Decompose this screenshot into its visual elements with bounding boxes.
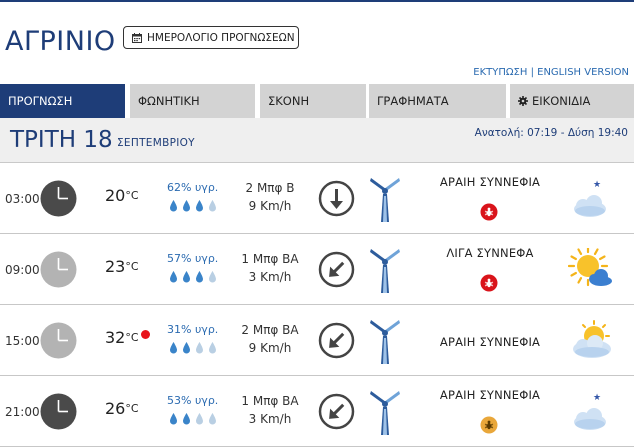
- forecast-time: 09:00: [5, 263, 40, 277]
- forecast-calendar-button[interactable]: ΗΜΕΡΟΛΟΓΙΟ ΠΡΟΓΝΩΣΕΩΝ: [123, 26, 299, 49]
- temperature-value: 20: [105, 186, 126, 205]
- temperature-value: 26: [105, 399, 126, 418]
- tab-label: ΠΡΟΓΝΩΣΗ: [8, 94, 73, 108]
- sunrise-sunset: Ανατολή: 07:19 - Δύση 19:40: [474, 127, 628, 139]
- tab-phonetic[interactable]: ΦΩΝΗΤΙΚΗ: [130, 84, 255, 118]
- wind-beaufort: 1 Μπφ ΒΑ: [241, 394, 299, 408]
- wind-speed: 9 Km/h: [248, 341, 292, 355]
- gear-icon: [518, 96, 528, 106]
- forecast-time: 21:00: [5, 405, 40, 419]
- wind-beaufort: 2 Μπφ Β: [245, 181, 295, 195]
- top-border: [0, 0, 634, 2]
- sky-condition: ΑΡΑΙΗ ΣΥΝΝΕΦΙΑ: [439, 388, 541, 402]
- temperature-unit: °C: [125, 331, 139, 344]
- tab-label: ΓΡΑΦΗΜΑΤΑ: [377, 94, 449, 108]
- heat-alert-dot: [141, 330, 150, 339]
- insect-warning-red-icon[interactable]: [480, 274, 498, 292]
- insect-warning-red-icon[interactable]: [480, 203, 498, 221]
- wind-turbine-icon: [368, 246, 402, 294]
- tab-icons[interactable]: ΕΙΚΟΝΙΔΙΑ: [510, 84, 634, 118]
- day-clock-icon: [40, 251, 77, 288]
- temperature-value: 32: [105, 328, 126, 347]
- humidity-drops-icon: [167, 411, 219, 425]
- tab-bar: ΠΡΟΓΝΩΣΗ ΦΩΝΗΤΙΚΗ ΣΚΟΝΗ ΓΡΑΦΗΜΑΤΑ ΕΙΚΟΝΙ…: [0, 84, 634, 118]
- wind-speed: 3 Km/h: [248, 270, 292, 284]
- tab-forecast[interactable]: ΠΡΟΓΝΩΣΗ: [0, 84, 125, 118]
- svg-text:★: ★: [593, 393, 601, 403]
- forecast-row: 03:00 20°C 62% υγρ. 2 Μπφ Β 9 Km/h ΑΡΑΙΗ ΣΥΝΝ…: [0, 163, 634, 234]
- tab-label: ΕΙΚΟΝΙΔΙΑ: [532, 94, 591, 108]
- humidity: 57% υγρ.: [167, 252, 219, 265]
- wind-direction-icon: [318, 322, 355, 359]
- svg-text:★: ★: [593, 180, 601, 190]
- temperature: 20°C: [105, 186, 139, 205]
- sky-condition: ΑΡΑΙΗ ΣΥΝΝΕΦΙΑ: [439, 335, 541, 349]
- sky-condition: ΛΙΓΑ ΣΥΝΝΕΦΑ: [446, 246, 534, 260]
- sky-condition: ΑΡΑΙΗ ΣΥΝΝΕΦΙΑ: [439, 175, 541, 189]
- humidity-drops-icon: [167, 269, 219, 283]
- calendar-button-label: ΗΜΕΡΟΛΟΓΙΟ ΠΡΟΓΝΩΣΕΩΝ: [147, 31, 295, 44]
- humidity: 53% υγρ.: [167, 394, 219, 407]
- temperature: 26°C: [105, 399, 139, 418]
- calendar-icon: [132, 32, 142, 43]
- forecast-row: 09:00 23°C 57% υγρ. 1 Μπφ ΒΑ 3 Km/h ΛΙΓΑ ΣΥΝΝ…: [0, 234, 634, 305]
- date-bar: ΤΡΙΤΗ 18 ΣΕΠΤΕΜΒΡΙΟΥ Ανατολή: 07:19 - Δύ…: [0, 118, 634, 163]
- wind-direction-icon: [318, 251, 355, 288]
- day-clock-icon: [40, 322, 77, 359]
- night-cloud-icon: ★: [568, 390, 616, 434]
- forecast-row: 21:00 26°C 53% υγρ. 1 Μπφ ΒΑ 3 Km/h ΑΡΑΙΗ ΣΥΝ…: [0, 376, 634, 447]
- city-title: ΑΓΡΙΝΙΟ: [5, 26, 116, 57]
- tab-charts[interactable]: ΓΡΑΦΗΜΑΤΑ: [369, 84, 506, 118]
- wind-speed: 9 Km/h: [248, 199, 292, 213]
- print-link[interactable]: ΕΚΤΥΠΩΣΗ: [473, 67, 527, 78]
- night-cloud-icon: ★: [568, 177, 616, 221]
- sun-behind-cloud-icon: [568, 319, 616, 363]
- humidity-drops-icon: [167, 340, 219, 354]
- forecast-time: 03:00: [5, 192, 40, 206]
- forecast-time: 15:00: [5, 334, 40, 348]
- temperature: 32°C: [105, 328, 139, 347]
- night-clock-icon: [40, 393, 77, 430]
- wind-direction-icon: [318, 393, 355, 430]
- forecast-row: 15:00 32°C 31% υγρ. 2 Μπφ ΒΑ 9 Km/h ΑΡΑΙΗ ΣΥΝ…: [0, 305, 634, 376]
- temperature-value: 23: [105, 257, 126, 276]
- insect-warning-orange-icon[interactable]: [480, 416, 498, 434]
- wind-direction-icon: [318, 180, 355, 217]
- tab-label: ΦΩΝΗΤΙΚΗ: [138, 94, 200, 108]
- wind-turbine-icon: [368, 317, 402, 365]
- wind-beaufort: 1 Μπφ ΒΑ: [241, 252, 299, 266]
- humidity: 31% υγρ.: [167, 323, 219, 336]
- temperature: 23°C: [105, 257, 139, 276]
- month-label: ΣΕΠΤΕΜΒΡΙΟΥ: [117, 137, 195, 149]
- sun-cloud-icon: [567, 245, 616, 292]
- humidity-drops-icon: [167, 198, 219, 212]
- wind-turbine-icon: [368, 175, 402, 223]
- wind-beaufort: 2 Μπφ ΒΑ: [241, 323, 299, 337]
- temperature-unit: °C: [125, 260, 139, 273]
- link-separator: |: [527, 67, 538, 78]
- day-title: ΤΡΙΤΗ 18: [10, 127, 113, 153]
- tab-label: ΣΚΟΝΗ: [268, 94, 310, 108]
- tab-dust[interactable]: ΣΚΟΝΗ: [260, 84, 366, 118]
- temperature-unit: °C: [125, 189, 139, 202]
- night-clock-icon: [40, 180, 77, 217]
- humidity: 62% υγρ.: [167, 181, 219, 194]
- english-version-link[interactable]: ENGLISH VERSION: [537, 67, 629, 78]
- wind-turbine-icon: [368, 388, 402, 436]
- wind-speed: 3 Km/h: [248, 412, 292, 426]
- temperature-unit: °C: [125, 402, 139, 415]
- top-links: ΕΚΤΥΠΩΣΗ | ENGLISH VERSION: [473, 67, 629, 78]
